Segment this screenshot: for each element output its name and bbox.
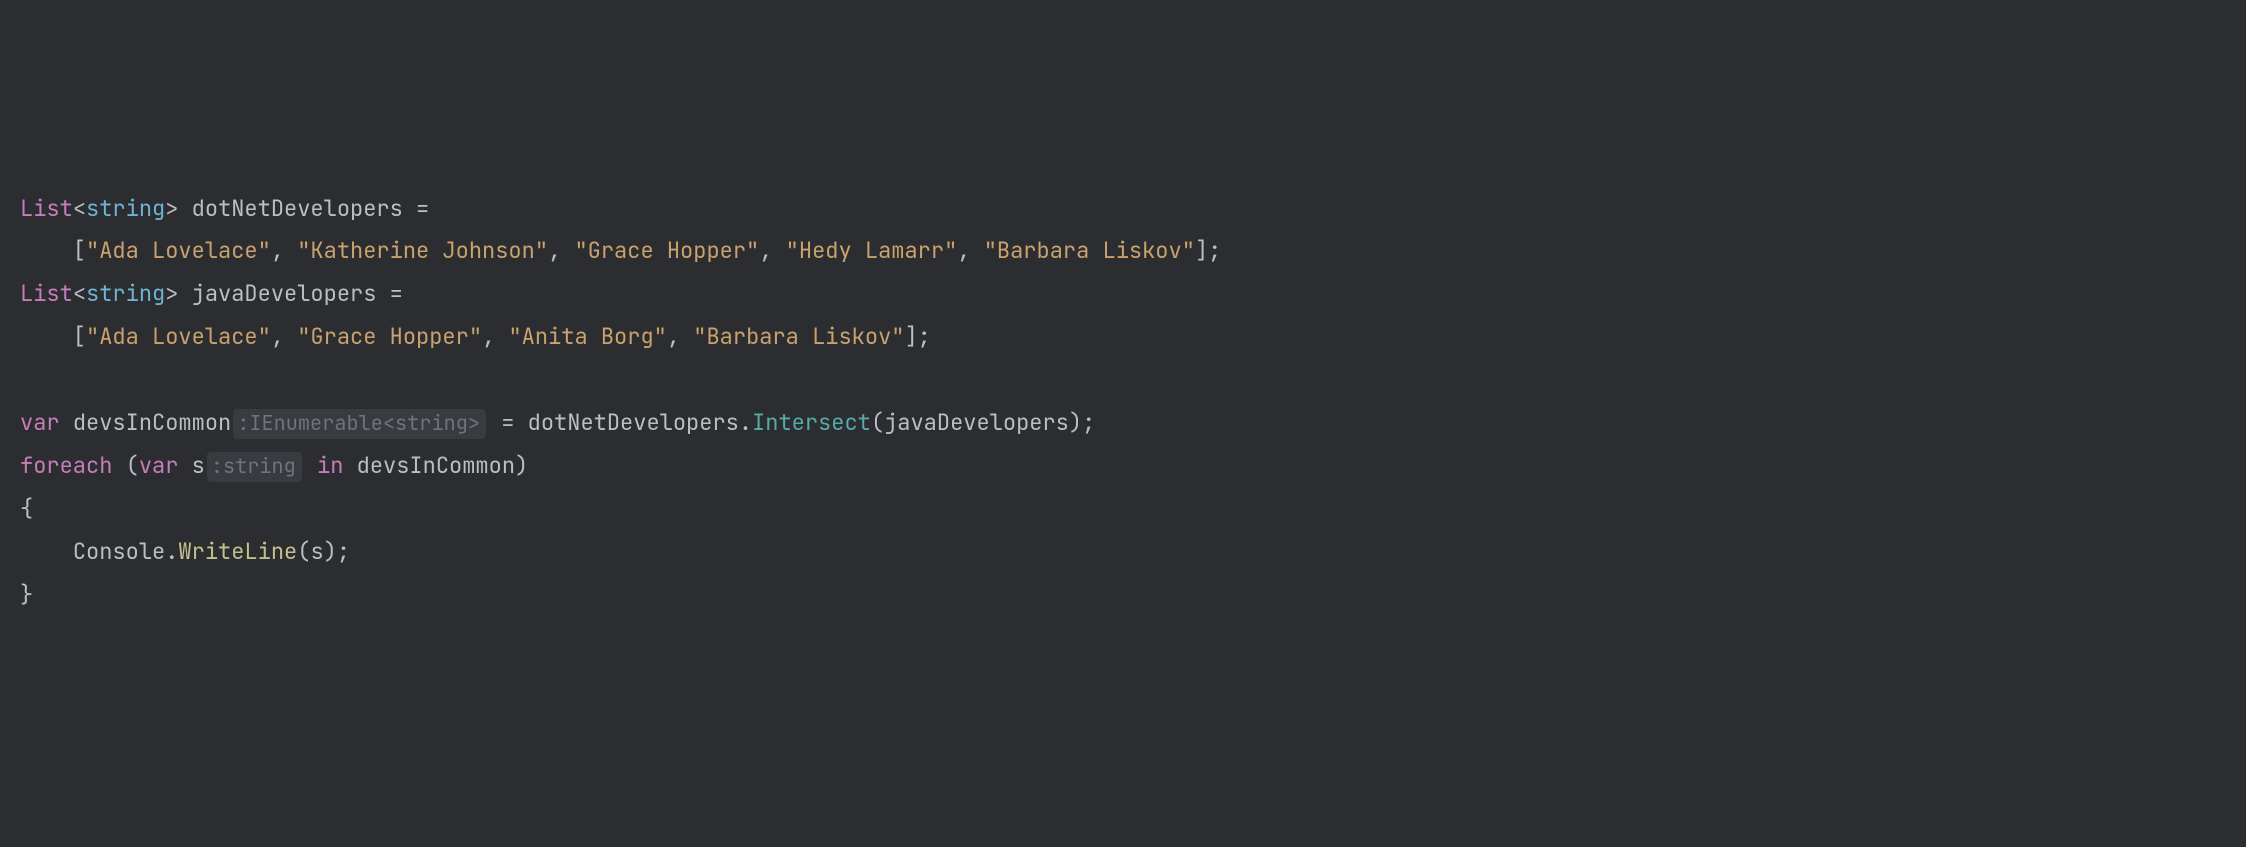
paren-close-semi: ); [324,537,350,566]
angle-close: > [165,194,178,223]
code-line-blank [20,359,2226,402]
space [178,194,191,223]
in-keyword: in [317,451,343,480]
indent [20,537,73,566]
inlay-hint-type: :IEnumerable<string> [233,409,486,439]
code-line-8: { [20,488,2226,531]
method-writeline: WriteLine [178,537,297,566]
indent [20,322,73,351]
equals-operator: = [501,408,514,437]
var-keyword: var [20,408,60,437]
string-literal: "Barbara Liskov" [984,236,1195,265]
type-param-string: string [86,279,165,308]
brace-close: } [20,580,33,609]
space [112,451,125,480]
paren-open: ( [126,451,139,480]
space [488,408,501,437]
iterable-ref: devsInCommon [357,451,515,480]
space [60,408,73,437]
code-line-3: List<string> javaDevelopers = [20,273,2226,316]
type-param-string: string [86,194,165,223]
comma: , [482,322,508,351]
dot-operator: . [165,537,178,566]
string-literal: "Grace Hopper" [574,236,759,265]
space [403,194,416,223]
string-literal: "Barbara Liskov" [693,322,904,351]
paren-open: ( [871,408,884,437]
string-literal: "Anita Borg" [508,322,666,351]
code-editor[interactable]: List<string> dotNetDevelopers = ["Ada Lo… [20,188,2226,617]
variable-devsincommon: devsInCommon [73,408,231,437]
paren-close-semi: ); [1069,408,1095,437]
dot-operator: . [739,408,752,437]
comma: , [957,236,983,265]
inlay-hint-type: :string [207,452,302,482]
blank [20,365,33,394]
variable-javadevs: javaDevelopers [192,279,377,308]
code-line-10: } [20,574,2226,617]
code-line-4: ["Ada Lovelace", "Grace Hopper", "Anita … [20,316,2226,359]
equals-operator: = [390,279,403,308]
brace-open: { [20,494,33,523]
variable-dotnetdevs: dotNetDevelopers [192,194,403,223]
method-intersect: Intersect [752,408,871,437]
object-ref: dotNetDevelopers [528,408,739,437]
paren-close: ) [515,451,528,480]
paren-open: ( [297,537,310,566]
code-line-9: Console.WriteLine(s); [20,531,2226,574]
space [178,279,191,308]
code-line-7: foreach (var s:string in devsInCommon) [20,445,2226,488]
space [343,451,356,480]
loop-variable: s [192,451,205,480]
comma: , [271,236,297,265]
comma: , [271,322,297,351]
angle-open: < [73,279,86,308]
argument: javaDevelopers [884,408,1069,437]
var-keyword: var [139,451,179,480]
indent [20,236,73,265]
foreach-keyword: foreach [20,451,112,480]
comma: , [548,236,574,265]
argument: s [310,537,323,566]
comma: , [759,236,785,265]
code-line-1: List<string> dotNetDevelopers = [20,188,2226,231]
angle-open: < [73,194,86,223]
string-literal: "Ada Lovelace" [86,236,271,265]
space [304,451,317,480]
bracket-close-semi: ]; [904,322,930,351]
string-literal: "Hedy Lamarr" [786,236,958,265]
bracket-open: [ [73,322,86,351]
equals-operator: = [416,194,429,223]
string-literal: "Ada Lovelace" [86,322,271,351]
code-line-2: ["Ada Lovelace", "Katherine Johnson", "G… [20,230,2226,273]
bracket-open: [ [73,236,86,265]
class-console: Console [73,537,165,566]
comma: , [667,322,693,351]
space [514,408,527,437]
type-keyword: List [20,194,73,223]
space [178,451,191,480]
bracket-close-semi: ]; [1195,236,1221,265]
angle-close: > [165,279,178,308]
code-line-6: var devsInCommon:IEnumerable<string> = d… [20,402,2226,445]
space [376,279,389,308]
type-keyword: List [20,279,73,308]
string-literal: "Katherine Johnson" [297,236,548,265]
string-literal: "Grace Hopper" [297,322,482,351]
